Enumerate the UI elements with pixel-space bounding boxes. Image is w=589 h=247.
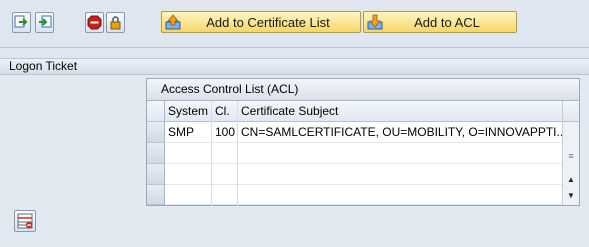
- copy-from-button[interactable]: [35, 12, 54, 33]
- download-icon: [367, 14, 383, 30]
- add-to-acl-button[interactable]: Add to ACL: [363, 11, 517, 33]
- upload-icon: [165, 14, 181, 30]
- table-header-row: System Cl. Certificate Subject: [147, 101, 579, 122]
- copy-from-icon: [39, 15, 52, 28]
- empty-cell[interactable]: [212, 164, 238, 185]
- acl-title: Access Control List (ACL): [147, 79, 579, 101]
- copy-to-button[interactable]: [12, 12, 31, 33]
- row-selector[interactable]: [147, 143, 165, 164]
- table-row[interactable]: [147, 185, 579, 206]
- system-cell[interactable]: SMP: [165, 122, 212, 143]
- copy-to-icon: [14, 15, 28, 28]
- acl-panel: Access Control List (ACL) System Cl. Cer…: [146, 78, 580, 206]
- select-all-cell[interactable]: [147, 101, 165, 122]
- empty-cell[interactable]: [165, 185, 212, 206]
- column-header-certificate-subject[interactable]: Certificate Subject: [238, 101, 562, 122]
- section-header: Logon Ticket: [0, 58, 589, 75]
- empty-cell[interactable]: [165, 143, 212, 164]
- acl-table: System Cl. Certificate Subject SMP 100 C…: [147, 101, 579, 206]
- empty-cell[interactable]: [212, 185, 238, 206]
- delete-row-icon: [17, 213, 33, 229]
- table-row[interactable]: [147, 143, 579, 164]
- section-title: Logon Ticket: [9, 59, 78, 73]
- application-toolbar: Add to Certificate List Add to ACL: [0, 0, 589, 48]
- stop-icon: [87, 15, 102, 30]
- empty-cell[interactable]: [212, 143, 238, 164]
- add-to-acl-label: Add to ACL: [414, 14, 480, 30]
- column-header-system[interactable]: System: [165, 101, 212, 122]
- scroll-up-icon[interactable]: ▲: [566, 175, 576, 185]
- table-row[interactable]: [147, 164, 579, 185]
- add-to-certificate-list-button[interactable]: Add to Certificate List: [161, 11, 361, 33]
- row-selector[interactable]: [147, 164, 165, 185]
- certificate-subject-cell[interactable]: CN=SAMLCERTIFICATE, OU=MOBILITY, O=INNOV…: [238, 122, 562, 143]
- delete-row-button[interactable]: [14, 210, 36, 232]
- add-to-certificate-list-label: Add to Certificate List: [206, 14, 330, 30]
- stop-button[interactable]: [85, 12, 104, 33]
- column-header-client[interactable]: Cl.: [212, 101, 238, 122]
- client-cell[interactable]: 100: [212, 122, 238, 143]
- row-selector[interactable]: [147, 185, 165, 205]
- column-settings-button[interactable]: [563, 101, 579, 122]
- lock-icon: [110, 16, 121, 30]
- scroll-down-icon[interactable]: ▼: [566, 191, 576, 201]
- scroll-grip-icon[interactable]: ≡: [566, 150, 576, 162]
- row-selector[interactable]: [147, 122, 165, 143]
- table-row[interactable]: SMP 100 CN=SAMLCERTIFICATE, OU=MOBILITY,…: [147, 122, 579, 143]
- lock-button[interactable]: [106, 12, 125, 33]
- vertical-scrollbar[interactable]: ≡ ▲ ▼: [562, 101, 579, 205]
- empty-cell[interactable]: [165, 164, 212, 185]
